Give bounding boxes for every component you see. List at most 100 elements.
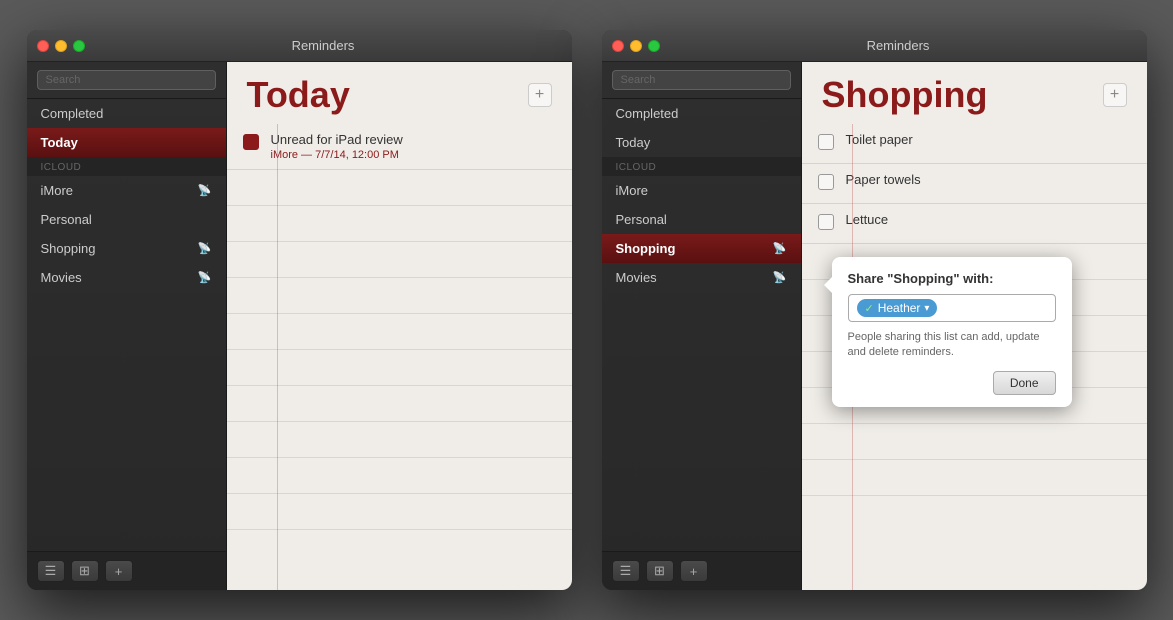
empty-line <box>227 386 572 422</box>
share-description: People sharing this list can add, update… <box>848 330 1056 361</box>
list-view-button-1[interactable]: ☰ <box>37 560 65 582</box>
reminder-text-1: Unread for iPad review <box>271 132 403 147</box>
sidebar-item-shopping-1[interactable]: Shopping 📡 <box>27 234 226 263</box>
sidebar-items-1: Completed Today iCloud iMore 📡 Personal … <box>27 99 226 551</box>
icloud-header-2: iCloud <box>602 157 801 176</box>
sidebar-item-imore-1[interactable]: iMore 📡 <box>27 176 226 205</box>
search-input-2[interactable] <box>612 70 791 90</box>
table-row[interactable]: Toilet paper <box>802 124 1147 164</box>
page-title-1: Today <box>247 74 528 116</box>
share-input-area[interactable]: ✓ Heather ▾ <box>848 294 1056 322</box>
sidebar-item-label: Completed <box>616 106 679 121</box>
reminder-content-1: Unread for iPad review iMore — 7/7/14, 1… <box>271 132 403 161</box>
add-list-button-2[interactable]: + <box>680 560 708 582</box>
reminder-checkbox-paper-towels[interactable] <box>818 174 834 190</box>
close-button-1[interactable] <box>37 40 49 52</box>
empty-line <box>227 458 572 494</box>
window-1: Reminders Completed Today iCloud iMore 📡 <box>27 30 572 590</box>
table-row[interactable]: Lettuce <box>802 204 1147 244</box>
sidebar-item-label: Personal <box>41 212 92 227</box>
rss-icon-movies-1: 📡 <box>198 271 212 284</box>
sidebar-item-label: Shopping <box>41 241 96 256</box>
reminder-checkbox-1[interactable] <box>243 134 259 150</box>
icloud-header-1: iCloud <box>27 157 226 176</box>
sidebar-item-label: iMore <box>41 183 74 198</box>
sidebar-item-label: Completed <box>41 106 104 121</box>
sidebar-search-2 <box>602 62 801 99</box>
sidebar-item-label: Personal <box>616 212 667 227</box>
empty-line <box>227 206 572 242</box>
main-content-1: Today + Unread for iPad review iMore — 7… <box>227 62 572 590</box>
sidebar-toolbar-1: ☰ ⊞ + <box>27 551 226 590</box>
window-body-2: Completed Today iCloud iMore Personal Sh… <box>602 62 1147 590</box>
add-reminder-button-2[interactable]: + <box>1103 83 1127 107</box>
sidebar-items-2: Completed Today iCloud iMore Personal Sh… <box>602 99 801 551</box>
empty-line <box>227 494 572 530</box>
sidebar-item-label: Today <box>616 135 651 150</box>
sidebar-item-completed-1[interactable]: Completed <box>27 99 226 128</box>
reminder-text-lettuce: Lettuce <box>846 212 889 227</box>
traffic-lights-1 <box>37 40 85 52</box>
reminder-text-toilet-paper: Toilet paper <box>846 132 913 147</box>
main-header-2: Shopping + <box>802 62 1147 124</box>
empty-line <box>227 278 572 314</box>
sidebar-item-label: Shopping <box>616 241 676 256</box>
grid-view-button-2[interactable]: ⊞ <box>646 560 674 582</box>
sidebar-item-movies-1[interactable]: Movies 📡 <box>27 263 226 292</box>
sidebar-item-imore-2[interactable]: iMore <box>602 176 801 205</box>
list-view-button-2[interactable]: ☰ <box>612 560 640 582</box>
close-button-2[interactable] <box>612 40 624 52</box>
sidebar-item-label: Movies <box>616 270 657 285</box>
sidebar-item-completed-2[interactable]: Completed <box>602 99 801 128</box>
sidebar-item-label: iMore <box>616 183 649 198</box>
grid-view-button-1[interactable]: ⊞ <box>71 560 99 582</box>
share-popup-title: Share "Shopping" with: <box>848 271 1056 286</box>
table-row[interactable]: Unread for iPad review iMore — 7/7/14, 1… <box>227 124 572 170</box>
sidebar-item-label: Movies <box>41 270 82 285</box>
reminder-subtitle-1: iMore — 7/7/14, 12:00 PM <box>271 149 403 161</box>
sidebar-item-today-2[interactable]: Today <box>602 128 801 157</box>
titlebar-2: Reminders <box>602 30 1147 62</box>
reminder-text-paper-towels: Paper towels <box>846 172 921 187</box>
sidebar-item-shopping-2[interactable]: Shopping 📡 <box>602 234 801 263</box>
reminder-checkbox-toilet-paper[interactable] <box>818 134 834 150</box>
search-input-1[interactable] <box>37 70 216 90</box>
empty-line <box>227 314 572 350</box>
window-title-1: Reminders <box>85 38 562 53</box>
check-icon: ✓ <box>865 302 874 315</box>
sidebar-1: Completed Today iCloud iMore 📡 Personal … <box>27 62 227 590</box>
sidebar-toolbar-2: ☰ ⊞ + <box>602 551 801 590</box>
share-popup: Share "Shopping" with: ✓ Heather ▾ Peopl… <box>832 257 1072 407</box>
chevron-down-icon: ▾ <box>924 303 929 314</box>
sidebar-item-personal-2[interactable]: Personal <box>602 205 801 234</box>
add-reminder-button-1[interactable]: + <box>528 83 552 107</box>
empty-line <box>227 170 572 206</box>
main-content-2: Shopping + Toilet paper Paper towels Let… <box>802 62 1147 590</box>
maximize-button-1[interactable] <box>73 40 85 52</box>
rss-icon-movies-2: 📡 <box>773 271 787 284</box>
maximize-button-2[interactable] <box>648 40 660 52</box>
heather-tag[interactable]: ✓ Heather ▾ <box>857 299 938 317</box>
table-row[interactable]: Paper towels <box>802 164 1147 204</box>
window-title-2: Reminders <box>660 38 1137 53</box>
window-body-1: Completed Today iCloud iMore 📡 Personal … <box>27 62 572 590</box>
page-title-2: Shopping <box>822 74 1103 116</box>
minimize-button-2[interactable] <box>630 40 642 52</box>
minimize-button-1[interactable] <box>55 40 67 52</box>
note-lines-1: Unread for iPad review iMore — 7/7/14, 1… <box>227 124 572 590</box>
add-list-button-1[interactable]: + <box>105 560 133 582</box>
sidebar-item-movies-2[interactable]: Movies 📡 <box>602 263 801 292</box>
heather-name: Heather <box>878 301 921 315</box>
rss-icon-shopping-2: 📡 <box>773 242 787 255</box>
sidebar-item-today-1[interactable]: Today <box>27 128 226 157</box>
share-done-button[interactable]: Done <box>993 371 1056 395</box>
empty-line <box>227 422 572 458</box>
empty-line <box>227 350 572 386</box>
window-2: Reminders Completed Today iCloud iMore P… <box>602 30 1147 590</box>
main-header-1: Today + <box>227 62 572 124</box>
sidebar-search-1 <box>27 62 226 99</box>
sidebar-item-personal-1[interactable]: Personal <box>27 205 226 234</box>
reminder-checkbox-lettuce[interactable] <box>818 214 834 230</box>
sidebar-2: Completed Today iCloud iMore Personal Sh… <box>602 62 802 590</box>
empty-line <box>227 242 572 278</box>
